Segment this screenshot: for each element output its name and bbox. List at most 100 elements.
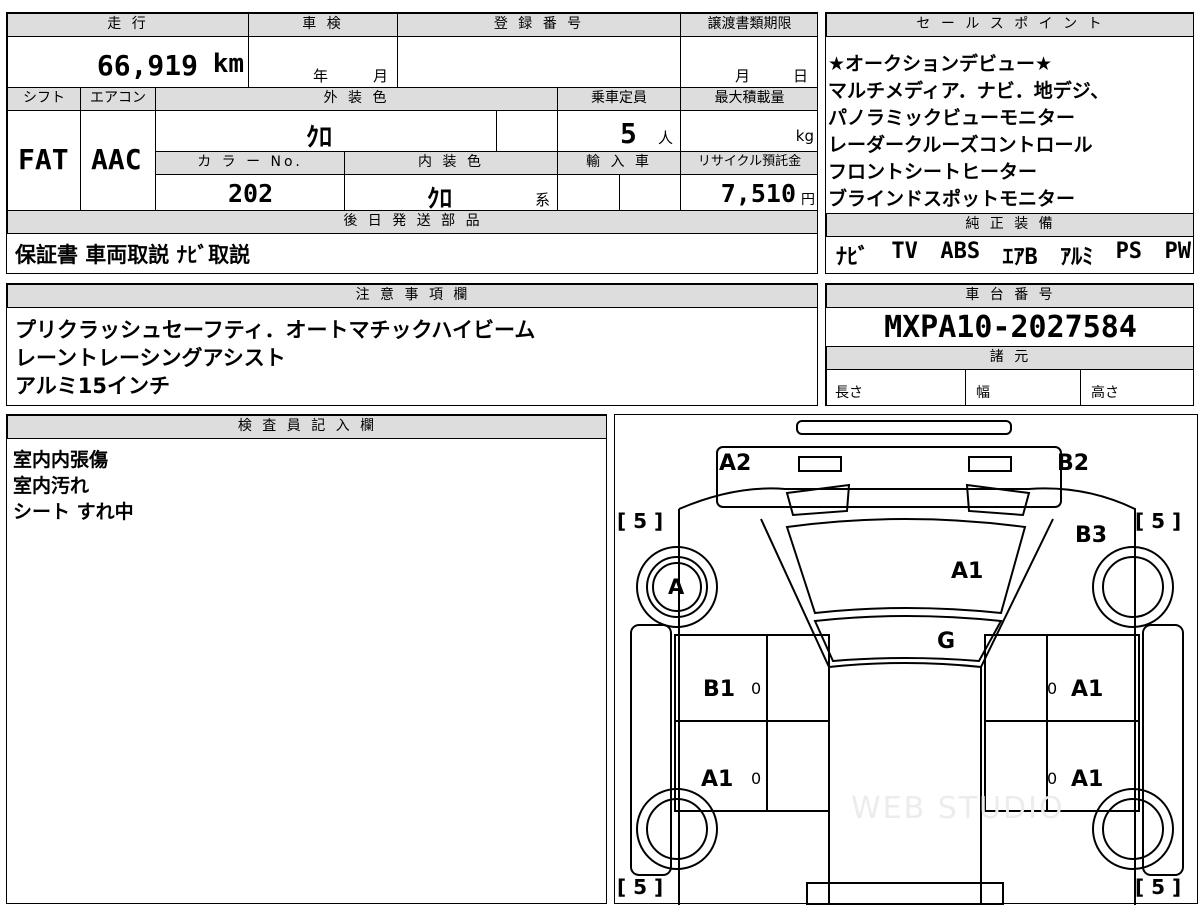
- inspector-line: 室内汚れ: [13, 475, 90, 497]
- shift-cell: FAT: [7, 110, 81, 211]
- transfer-cell: 月 日: [680, 36, 817, 88]
- interior-header: 内 装 色: [344, 151, 558, 175]
- label-a1-right-front: A1: [1071, 677, 1104, 702]
- registration-cell: [397, 36, 681, 88]
- equipment-item: TV: [891, 239, 918, 264]
- transfer-month: 月: [735, 67, 751, 85]
- height-label: 高さ: [1091, 385, 1119, 401]
- import-cell-a: [557, 174, 620, 211]
- equipment-item: ｴｱB: [1002, 245, 1038, 270]
- mileage-unit: km: [212, 49, 244, 79]
- notes-line: プリクラッシュセーフティ．オートマチックハイビーム: [15, 318, 536, 342]
- capacity-unit: 人: [658, 129, 674, 147]
- sales-points-header: セ ー ル ス ポ イ ン ト: [826, 13, 1193, 37]
- mileage-header: 走 行: [7, 13, 249, 37]
- label-b1-left: B1: [703, 677, 736, 702]
- sales-line: マルチメディア．ナビ．地デジ、: [828, 80, 1110, 102]
- zero-mark: 0: [1047, 769, 1058, 788]
- sales-line: フロントシートヒーター: [828, 161, 1038, 183]
- equipment-item: ﾅﾋﾞ: [836, 245, 870, 270]
- interior-cell: ｸﾛ 系: [344, 174, 558, 211]
- car-damage-diagram: A2 B2 B3 A1 G A B1 A1 A1 A1 0 0 0 0 [ 5 …: [614, 414, 1198, 905]
- inspector-line: 室内内張傷: [13, 449, 109, 471]
- notes-line: アルミ15インチ: [15, 374, 171, 398]
- tire-mark-front-left: [ 5 ]: [617, 509, 664, 533]
- ac-cell: AAC: [80, 110, 156, 211]
- length-cell: 長さ: [826, 369, 966, 405]
- load-header: 最大積載量: [680, 87, 817, 111]
- rear-bumper-bar: [806, 882, 1004, 905]
- equipment-item: ABS: [940, 239, 981, 264]
- mileage-value: 66,919: [96, 49, 198, 82]
- equipment-header: 純 正 装 備: [826, 213, 1193, 237]
- inspection-year: 年: [313, 67, 329, 85]
- import-cell-b: [619, 174, 681, 211]
- recycle-unit: 円: [801, 192, 815, 208]
- shipping-header: 後 日 発 送 部 品: [7, 210, 817, 234]
- label-g: G: [937, 629, 956, 654]
- a-pillars: [760, 518, 1054, 668]
- length-label: 長さ: [835, 385, 863, 401]
- inspection-cell: 年 月: [248, 36, 398, 88]
- hood: [785, 518, 1027, 615]
- exterior-cell: ｸﾛ: [155, 110, 497, 152]
- ac-value: AAC: [91, 143, 142, 176]
- sales-line: ★オークションデビュー★: [828, 53, 1053, 75]
- sales-line: レーダークルーズコントロール: [828, 134, 1093, 156]
- zero-mark: 0: [751, 769, 762, 788]
- left-rear-tire: [636, 788, 718, 870]
- roof: [828, 662, 982, 905]
- front-bumper-bar: [796, 420, 1012, 435]
- right-rear-tire: [1092, 788, 1174, 870]
- inspection-month: 月: [373, 67, 389, 85]
- tire-mark-rear-left: [ 5 ]: [617, 875, 664, 899]
- width-label: 幅: [976, 385, 990, 401]
- capacity-header: 乗車定員: [557, 87, 681, 111]
- interior-value: ｸﾛ: [427, 184, 453, 211]
- tire-mark-rear-right: [ 5 ]: [1135, 875, 1182, 899]
- sales-line: パノラミックビューモニター: [828, 107, 1076, 129]
- right-front-window: [984, 634, 1048, 722]
- label-a1-left-rear: A1: [701, 767, 734, 792]
- left-rear-wheel: [646, 798, 708, 860]
- registration-header: 登 録 番 号: [397, 13, 681, 37]
- interior-suffix: 系: [535, 191, 551, 209]
- mileage-cell: 66,919 km: [7, 36, 249, 88]
- transfer-day: 日: [793, 67, 809, 85]
- recycle-header: リサイクル預託金: [680, 151, 817, 175]
- label-b2: B2: [1057, 451, 1090, 476]
- right-rear-wheel: [1102, 798, 1164, 860]
- right-front-side: [1142, 624, 1184, 876]
- import-header: 輸 入 車: [557, 151, 681, 175]
- grille-left: [798, 456, 842, 472]
- zero-mark: 0: [751, 679, 762, 698]
- equipment-item: ｱﾙﾐ: [1060, 245, 1094, 270]
- label-a1-right-rear: A1: [1071, 767, 1104, 792]
- label-b3: B3: [1075, 523, 1108, 548]
- notes-panel: 注 意 事 項 欄 プリクラッシュセーフティ．オートマチックハイビーム レーント…: [6, 283, 818, 406]
- right-front-wheel: [1102, 556, 1164, 618]
- inspector-panel: 検 査 員 記 入 欄 室内内張傷 室内汚れ シート すれ中: [6, 414, 607, 904]
- chassis-panel: 車 台 番 号 MXPA10-2027584 諸 元 長さ 幅 高さ: [825, 283, 1194, 406]
- body-outline: [678, 487, 1136, 905]
- color-no-cell: 202: [155, 174, 345, 211]
- sales-points-panel: セ ー ル ス ポ イ ン ト ★オークションデビュー★ マルチメディア．ナビ．…: [825, 12, 1194, 274]
- height-cell: 高さ: [1080, 369, 1193, 405]
- width-cell: 幅: [965, 369, 1081, 405]
- label-a1-hood: A1: [951, 559, 984, 584]
- windshield: [813, 615, 1003, 663]
- inspection-header: 車 検: [248, 13, 398, 37]
- load-unit: kg: [795, 127, 814, 145]
- zero-mark: 0: [1047, 679, 1058, 698]
- exterior-extra-cell: [496, 110, 558, 152]
- inspector-header: 検 査 員 記 入 欄: [7, 415, 606, 439]
- equipment-list: ﾅﾋﾞ TV ABS ｴｱB ｱﾙﾐ PS PW: [836, 239, 1191, 271]
- notes-line: レーントレーシングアシスト: [15, 346, 286, 370]
- sales-line: ブラインドスポットモニター: [828, 188, 1076, 210]
- specs-header: 諸 元: [826, 346, 1193, 370]
- vehicle-spec-panel: 走 行 車 検 登 録 番 号 譲渡書類期限 66,919 km 年 月 月 日…: [6, 12, 818, 274]
- ac-header: エアコン: [80, 87, 156, 111]
- watermark: WEB STUDIO: [851, 791, 1065, 826]
- chassis-number: MXPA10-2027584: [884, 310, 1137, 345]
- car-outline: [630, 420, 1184, 905]
